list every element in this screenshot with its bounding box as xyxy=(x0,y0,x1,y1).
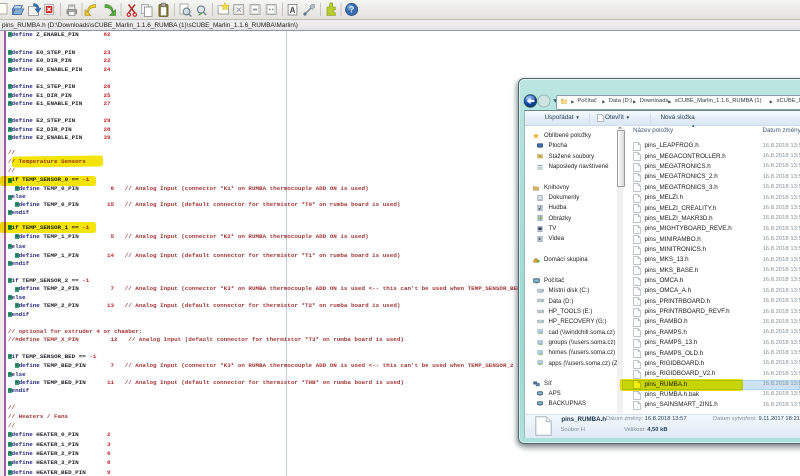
svg-text:?: ? xyxy=(349,5,355,15)
svg-text:A: A xyxy=(290,6,296,15)
